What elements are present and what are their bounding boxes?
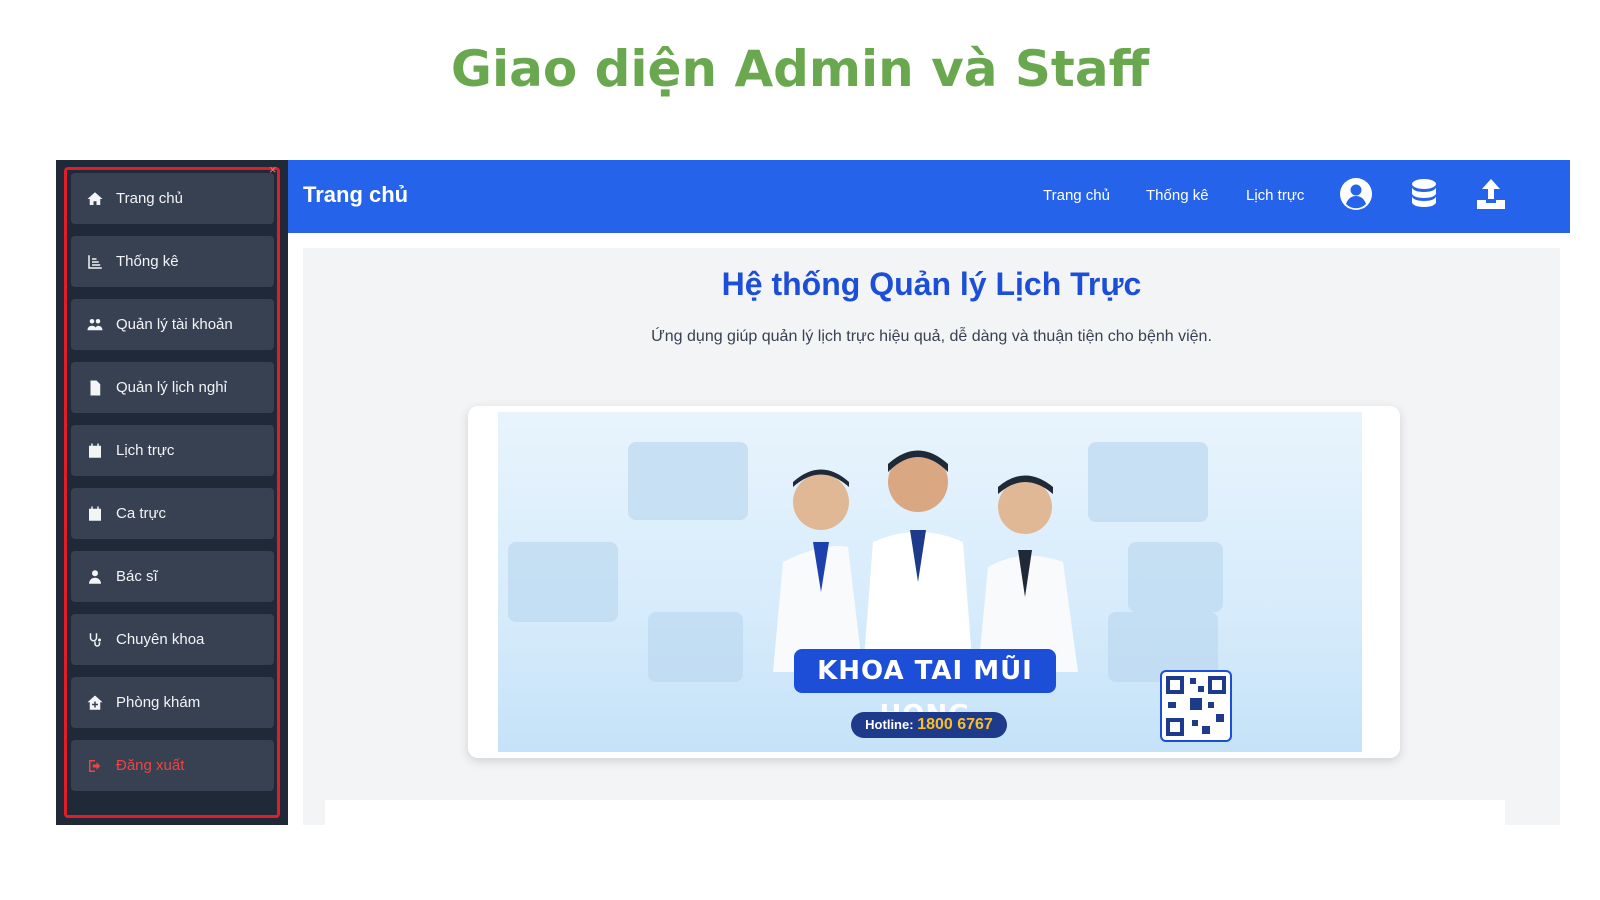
user-circle-icon[interactable] bbox=[1338, 176, 1374, 212]
sidebar-item-lich-truc[interactable]: Lịch trực bbox=[71, 425, 274, 476]
hero-subtitle: Ứng dụng giúp quản lý lịch trực hiệu quả… bbox=[651, 328, 1212, 345]
doctor-icon bbox=[89, 569, 101, 584]
sidebar-item-ca-truc[interactable]: Ca trực bbox=[71, 488, 274, 539]
nav-link-trang-chu[interactable]: Trang chủ bbox=[1043, 187, 1110, 204]
doctors-illustration bbox=[773, 450, 1078, 672]
upload-icon[interactable] bbox=[1473, 176, 1509, 212]
top-navbar: Trang chủ Trang chủ Thống kê Lịch trực bbox=[288, 160, 1570, 233]
sidebar-item-label: Ca trực bbox=[116, 505, 167, 522]
home-icon bbox=[87, 191, 103, 205]
clinic-icon bbox=[87, 695, 103, 710]
sidebar-item-label: Quản lý tài khoản bbox=[116, 316, 233, 333]
main-content: Hệ thống Quản lý Lịch Trực Ứng dụng giúp… bbox=[303, 248, 1560, 825]
sidebar-item-label: Chuyên khoa bbox=[116, 631, 205, 648]
sidebar-item-label: Trang chủ bbox=[116, 190, 183, 207]
sidebar-item-quan-ly-tai-khoan[interactable]: Quản lý tài khoản bbox=[71, 299, 274, 350]
app-window: × Trang chủ Thống kê Quản lý tài khoản Q… bbox=[56, 160, 1570, 825]
sidebar-item-quan-ly-lich-nghi[interactable]: Quản lý lịch nghỉ bbox=[71, 362, 274, 413]
users-icon bbox=[87, 318, 103, 330]
logout-label: Đăng xuất bbox=[116, 757, 185, 774]
ent-banner-image: KHOA TAI MŨI HỌNG Hotline: 1800 6767 bbox=[498, 412, 1362, 752]
sidebar-item-phong-kham[interactable]: Phòng khám bbox=[71, 677, 274, 728]
sidebar-item-label: Bác sĩ bbox=[116, 568, 158, 585]
hotline-label: Hotline: bbox=[865, 717, 914, 732]
hero-title: Hệ thống Quản lý Lịch Trực bbox=[721, 266, 1142, 302]
logout-button[interactable]: Đăng xuất bbox=[71, 740, 274, 791]
sidebar-item-trang-chu[interactable]: Trang chủ bbox=[71, 173, 274, 224]
sidebar-item-thong-ke[interactable]: Thống kê bbox=[71, 236, 274, 287]
sidebar-item-label: Lịch trực bbox=[116, 442, 175, 459]
calendar-day-icon bbox=[89, 506, 101, 521]
image-carousel: KHOA TAI MŨI HỌNG Hotline: 1800 6767 bbox=[468, 406, 1400, 758]
content-panel-edge bbox=[325, 800, 1505, 825]
sidebar-item-bac-si[interactable]: Bác sĩ bbox=[71, 551, 274, 602]
page-title: Trang chủ bbox=[303, 182, 409, 207]
nav-link-lich-truc[interactable]: Lịch trực bbox=[1246, 187, 1304, 204]
nav-link-thong-ke[interactable]: Thống kê bbox=[1146, 187, 1209, 204]
file-icon bbox=[90, 380, 101, 395]
sidebar-item-label: Thống kê bbox=[116, 253, 179, 270]
hotline-number: 1800 6767 bbox=[917, 716, 993, 733]
sidebar-item-label: Phòng khám bbox=[116, 694, 201, 711]
chart-icon bbox=[88, 254, 102, 269]
hotline-badge: Hotline: 1800 6767 bbox=[851, 712, 1007, 738]
logout-icon bbox=[89, 759, 101, 772]
banner-label: KHOA TAI MŨI HỌNG bbox=[794, 649, 1056, 730]
stethoscope-icon bbox=[89, 632, 101, 647]
sidebar: × Trang chủ Thống kê Quản lý tài khoản Q… bbox=[56, 160, 288, 825]
sidebar-item-chuyen-khoa[interactable]: Chuyên khoa bbox=[71, 614, 274, 665]
qr-code-image bbox=[1160, 670, 1232, 742]
slide-title: Giao diện Admin và Staff bbox=[450, 40, 1150, 98]
sidebar-item-label: Quản lý lịch nghỉ bbox=[116, 379, 227, 396]
calendar-icon bbox=[89, 443, 101, 458]
database-icon[interactable] bbox=[1406, 176, 1442, 212]
